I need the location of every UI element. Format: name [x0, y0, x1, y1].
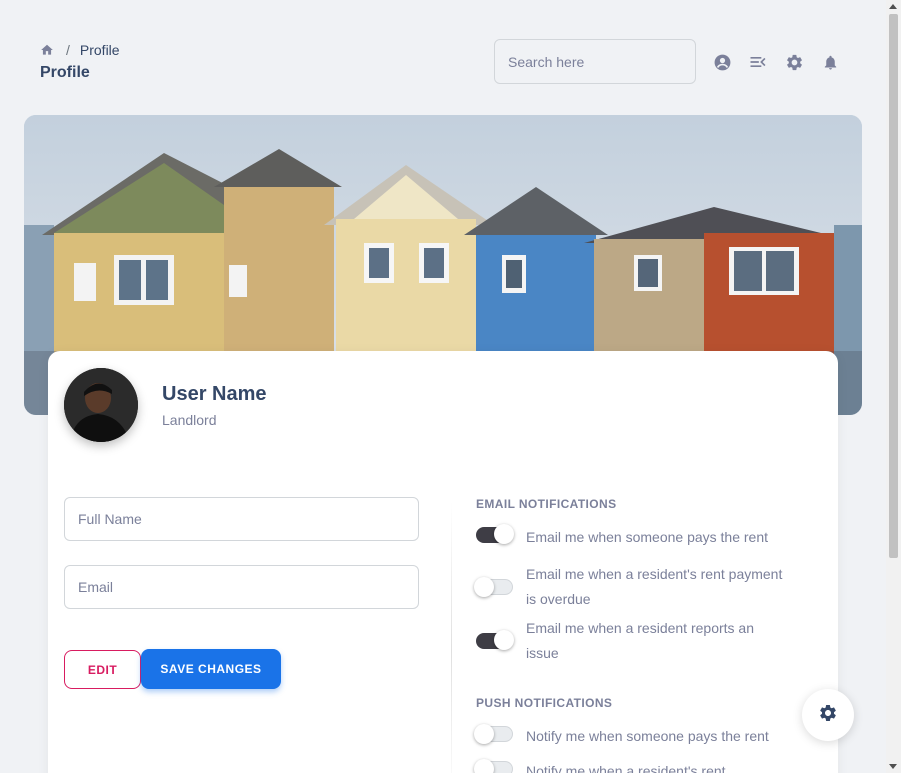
pref-label: Email me when a resident reports an issu…: [526, 620, 754, 661]
scroll-down-arrow[interactable]: [889, 764, 897, 769]
email-pref-rent-paid: Email me when someone pays the rent: [476, 524, 806, 550]
vertical-divider: [451, 501, 452, 773]
email-issue-toggle[interactable]: [476, 630, 514, 650]
breadcrumb-separator: /: [66, 42, 70, 58]
header-icons: [712, 52, 840, 72]
full-name-field[interactable]: [64, 497, 419, 541]
user-role: Landlord: [162, 412, 217, 428]
profile-card: User Name Landlord EDIT SAVE CHANGES EMA…: [48, 351, 838, 773]
email-field[interactable]: [64, 565, 419, 609]
avatar[interactable]: [64, 368, 138, 442]
email-rent-paid-toggle[interactable]: [476, 524, 514, 544]
push-pref-rent-paid: Notify me when someone pays the rent: [474, 724, 806, 749]
push-rent-overdue-toggle[interactable]: [474, 759, 513, 773]
gear-icon[interactable]: [784, 52, 804, 72]
breadcrumb: / Profile: [40, 42, 120, 58]
pref-label: Email me when someone pays the rent: [526, 529, 769, 545]
email-pref-issue: Email me when a resident reports an issu…: [476, 616, 806, 666]
scroll-up-arrow[interactable]: [889, 4, 897, 9]
page-title: Profile: [40, 64, 90, 81]
push-rent-paid-toggle[interactable]: [474, 724, 513, 744]
bell-icon[interactable]: [820, 52, 840, 72]
user-name: User Name: [162, 383, 267, 405]
scroll-thumb[interactable]: [889, 14, 898, 558]
pref-label: Notify me when a resident's rent: [526, 763, 726, 773]
top-navbar: / Profile Profile: [40, 38, 840, 88]
search-input[interactable]: [494, 39, 696, 84]
push-notifications-heading: PUSH NOTIFICATIONS: [476, 696, 613, 710]
save-changes-button[interactable]: SAVE CHANGES: [141, 649, 281, 689]
breadcrumb-current: Profile: [79, 42, 120, 58]
push-pref-rent-overdue: Notify me when a resident's rent: [474, 759, 806, 773]
account-circle-icon[interactable]: [712, 52, 732, 72]
menu-open-icon[interactable]: [748, 52, 768, 72]
email-pref-rent-overdue: Email me when a resident's rent payment …: [474, 562, 806, 612]
gear-icon: [818, 703, 838, 728]
home-icon[interactable]: [40, 43, 54, 57]
edit-button[interactable]: EDIT: [64, 650, 141, 689]
vertical-scrollbar[interactable]: [886, 0, 901, 773]
pref-label: Notify me when someone pays the rent: [526, 728, 769, 744]
email-rent-overdue-toggle[interactable]: [474, 577, 513, 597]
email-notifications-heading: EMAIL NOTIFICATIONS: [476, 497, 617, 511]
pref-label: Email me when a resident's rent payment …: [526, 566, 783, 607]
settings-fab[interactable]: [802, 689, 854, 741]
